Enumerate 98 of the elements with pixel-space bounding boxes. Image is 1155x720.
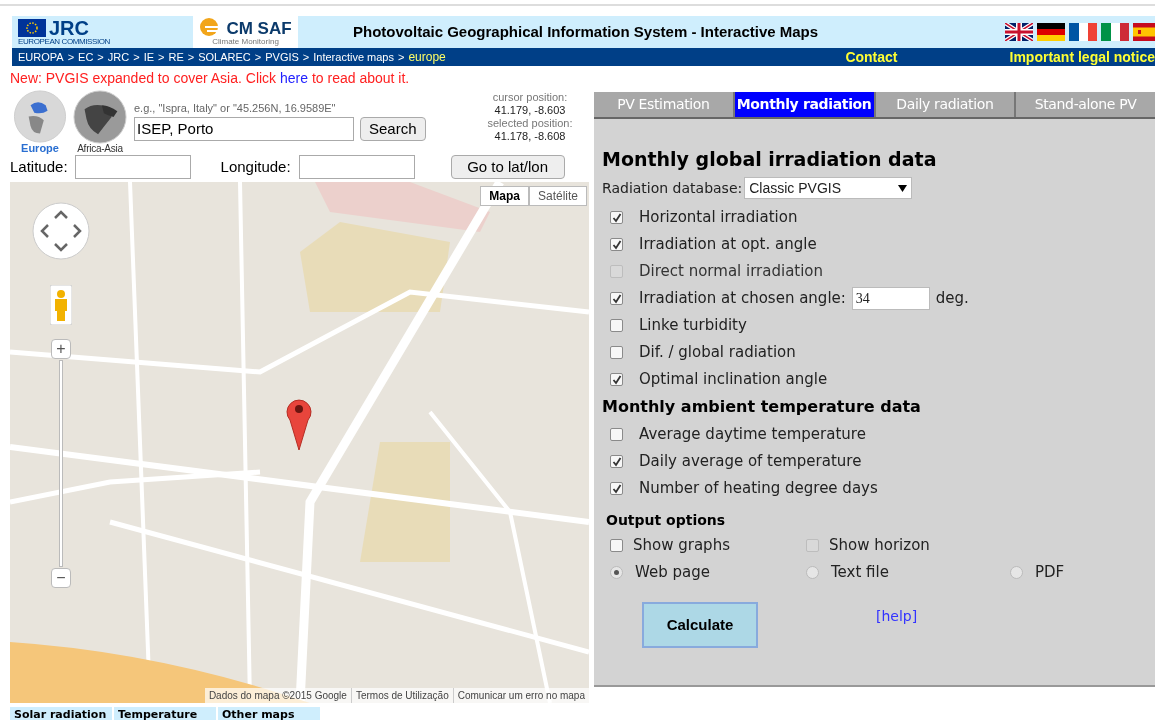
radio-button[interactable] bbox=[1010, 566, 1023, 579]
option-label: Horizontal irradiation bbox=[639, 207, 798, 229]
logo-caption: Climate Monitoring bbox=[212, 38, 279, 46]
breadcrumb-separator: > bbox=[158, 49, 165, 65]
position-value: 41.178, -8.608 bbox=[494, 130, 566, 143]
breadcrumb-separator: > bbox=[254, 49, 262, 65]
database-dropdown[interactable]: Classic PVGIS bbox=[744, 177, 913, 199]
page-title: Photovoltaic Geographical Information System - Interactive Maps bbox=[353, 21, 819, 42]
globe-icon[interactable] bbox=[72, 90, 128, 144]
section-heading: Monthly ambient temperature data bbox=[602, 396, 922, 418]
map-pin-icon[interactable] bbox=[286, 396, 312, 450]
checkbox[interactable] bbox=[610, 238, 623, 251]
option-label: Optimal inclination angle bbox=[639, 369, 828, 391]
radio-button[interactable] bbox=[610, 566, 623, 579]
breadcrumb-separator: > bbox=[187, 49, 195, 65]
spanish-flag-icon[interactable] bbox=[1133, 23, 1155, 41]
breadcrumb-separator: > bbox=[133, 49, 140, 65]
checkbox[interactable] bbox=[610, 373, 623, 386]
database-label: Radiation database: bbox=[602, 178, 743, 198]
position-label: selected position: bbox=[487, 117, 573, 130]
dropdown-arrow-icon bbox=[898, 184, 908, 192]
breadcrumb-link[interactable]: RE bbox=[168, 48, 184, 66]
checkbox[interactable] bbox=[610, 292, 623, 305]
breadcrumb-separator: > bbox=[67, 49, 75, 65]
option-label: Direct normal irradiation bbox=[639, 261, 824, 283]
position-label: cursor position: bbox=[492, 91, 568, 104]
nav-link[interactable]: Contact bbox=[845, 46, 898, 68]
map-layer-tab[interactable]: Temperature bbox=[114, 707, 216, 720]
breadcrumb-link[interactable]: Interactive maps bbox=[313, 48, 394, 66]
map-attribution: Dados do mapa ©2015 Google bbox=[207, 689, 348, 703]
checkbox[interactable] bbox=[610, 539, 623, 552]
region-label[interactable]: Europe bbox=[21, 143, 59, 154]
map-type-tab[interactable]: Satélite bbox=[528, 186, 587, 206]
breadcrumb-link[interactable]: JRC bbox=[107, 48, 130, 66]
french-flag-icon[interactable] bbox=[1069, 23, 1097, 41]
map-layer-tab[interactable]: Other maps bbox=[218, 707, 320, 720]
latitude-field[interactable] bbox=[74, 155, 191, 179]
map-link[interactable]: Comunicar um erro no mapa bbox=[452, 688, 589, 703]
breadcrumb-link[interactable]: SOLAREC bbox=[198, 48, 251, 66]
breadcrumb-separator: > bbox=[97, 49, 104, 65]
position-value: 41.179, -8.603 bbox=[494, 104, 566, 117]
option-label: Web page bbox=[635, 562, 710, 584]
option-label: Linke turbidity bbox=[639, 315, 747, 337]
italian-flag-icon[interactable] bbox=[1101, 23, 1129, 41]
help-link[interactable]: [help] bbox=[876, 605, 918, 627]
search-button[interactable]: Search bbox=[360, 116, 426, 141]
option-label: Average daytime temperature bbox=[639, 424, 866, 446]
option-label: Text file bbox=[831, 562, 889, 584]
map-link[interactable]: Termos de Utilização bbox=[350, 688, 453, 703]
longitude-label: Longitude: bbox=[220, 156, 291, 177]
zoom-in-button[interactable]: + bbox=[51, 339, 71, 359]
map-type-tab[interactable]: Mapa bbox=[480, 186, 529, 206]
breadcrumb-link[interactable]: EC bbox=[78, 48, 94, 66]
logo-caption: EUROPEAN COMMISSION bbox=[18, 38, 111, 46]
section-heading: Monthly global irradiation data bbox=[602, 147, 938, 171]
pan-control[interactable] bbox=[32, 202, 90, 260]
checkbox[interactable] bbox=[610, 455, 623, 468]
go-button[interactable]: Go to lat/lon bbox=[450, 155, 565, 179]
option-label: Daily average of temperature bbox=[639, 451, 862, 473]
checkbox[interactable] bbox=[610, 319, 623, 332]
angle-field[interactable]: 34 bbox=[851, 287, 930, 310]
here-link[interactable]: here bbox=[280, 69, 309, 86]
jrc-logo: JRC bbox=[49, 18, 89, 38]
breadcrumb-separator: > bbox=[302, 49, 310, 65]
search-field[interactable]: ISEP, Porto bbox=[134, 116, 354, 141]
option-label: Irradiation at opt. angle bbox=[639, 234, 817, 256]
news-notice: New: PVGIS expanded to cover Asia. Click here to read about it. bbox=[10, 68, 410, 88]
breadcrumb-link[interactable]: europe bbox=[408, 48, 446, 66]
checkbox[interactable] bbox=[610, 211, 623, 224]
option-label: Dif. / global radiation bbox=[639, 342, 796, 364]
german-flag-icon[interactable] bbox=[1037, 23, 1065, 41]
latitude-label: Latitude: bbox=[10, 156, 68, 177]
option-label: Show horizon bbox=[829, 535, 930, 557]
option-label: Number of heating degree days bbox=[639, 478, 878, 500]
breadcrumb-separator: > bbox=[397, 49, 405, 65]
longitude-field[interactable] bbox=[298, 155, 415, 179]
checkbox[interactable] bbox=[610, 346, 623, 359]
nav-link[interactable]: Important legal notice bbox=[1009, 46, 1155, 68]
radio-button[interactable] bbox=[806, 566, 819, 579]
checkbox[interactable] bbox=[610, 428, 623, 441]
cmsaf-logo: CM SAF bbox=[226, 19, 292, 37]
eu-flag-icon bbox=[18, 19, 46, 37]
tab[interactable]: Monthly radiation bbox=[734, 92, 874, 117]
option-label: Show graphs bbox=[633, 535, 730, 557]
unit-label: deg. bbox=[935, 288, 969, 310]
zoom-out-button[interactable]: − bbox=[51, 568, 71, 588]
search-hint: e.g., "Ispra, Italy" or "45.256N, 16.9589E" bbox=[134, 101, 337, 116]
calculate-button[interactable]: Calculate bbox=[642, 602, 758, 648]
checkbox[interactable] bbox=[610, 482, 623, 495]
map-layer-tab[interactable]: Solar radiation bbox=[10, 707, 112, 720]
section-heading: Output options bbox=[606, 511, 727, 530]
uk-flag-icon[interactable] bbox=[1005, 23, 1033, 41]
option-label: PDF bbox=[1035, 562, 1065, 584]
breadcrumb-link[interactable]: IE bbox=[143, 48, 155, 66]
breadcrumb-link[interactable]: PVGIS bbox=[265, 48, 299, 66]
breadcrumb-link[interactable]: EUROPA bbox=[18, 48, 64, 66]
region-label[interactable]: Africa-Asia bbox=[77, 144, 123, 154]
option-label: Irradiation at chosen angle: bbox=[639, 288, 846, 310]
